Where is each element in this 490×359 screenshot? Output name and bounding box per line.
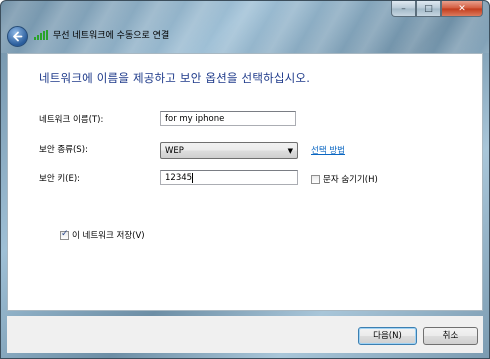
back-button[interactable]	[7, 26, 28, 47]
content-panel: 네트워크에 이름을 제공하고 보안 옵션을 선택하십시오. 네트워크 이름(T)…	[7, 53, 483, 311]
network-name-value: for my iphone	[165, 114, 225, 124]
network-name-label: 네트워크 이름(T):	[39, 115, 104, 125]
text-caret	[192, 172, 194, 183]
security-type-value: WEP	[165, 146, 184, 156]
security-type-label: 보안 종류(S):	[39, 145, 88, 155]
hide-characters-checkbox[interactable]	[311, 174, 320, 184]
security-key-value: 12345	[165, 173, 193, 183]
page-title: 네트워크에 이름을 제공하고 보안 옵션을 선택하십시오.	[39, 71, 311, 85]
save-network-option[interactable]: 이 네트워크 저장(V)	[60, 229, 145, 241]
dialog-window: – □ ✕ 무선 네트워크에 수동으로 연결 네트워크에 이름을 제공하고 보안…	[0, 0, 490, 359]
maximize-button[interactable]: □	[416, 1, 441, 17]
title-row: 무선 네트워크에 수동으로 연결	[34, 28, 169, 41]
maximize-icon: □	[424, 3, 433, 14]
security-key-input[interactable]: 12345	[160, 170, 298, 185]
minimize-button[interactable]: –	[391, 1, 416, 17]
save-network-label: 이 네트워크 저장(V)	[72, 231, 145, 241]
back-arrow-icon	[13, 31, 23, 42]
close-button[interactable]: ✕	[441, 1, 483, 17]
next-button[interactable]: 다음(N)	[358, 327, 417, 345]
minimize-icon: –	[401, 3, 406, 14]
security-key-label: 보안 키(E):	[39, 174, 81, 184]
chevron-down-icon: ▼	[287, 147, 293, 155]
wireless-signal-icon	[34, 29, 49, 40]
security-type-select[interactable]: WEP ▼	[160, 142, 298, 159]
how-to-choose-link[interactable]: 선택 방법	[311, 144, 345, 156]
close-icon: ✕	[458, 3, 466, 14]
cancel-button[interactable]: 취소	[423, 327, 478, 345]
hide-characters-label: 문자 숨기기(H)	[323, 175, 378, 185]
caption-buttons: – □ ✕	[391, 1, 483, 17]
hide-characters-option[interactable]: 문자 숨기기(H)	[311, 173, 378, 185]
window-title: 무선 네트워크에 수동으로 연결	[53, 31, 170, 41]
save-network-checkbox[interactable]	[60, 229, 69, 240]
footer: 다음(N) 취소	[7, 316, 483, 353]
network-name-input[interactable]: for my iphone	[160, 111, 296, 126]
